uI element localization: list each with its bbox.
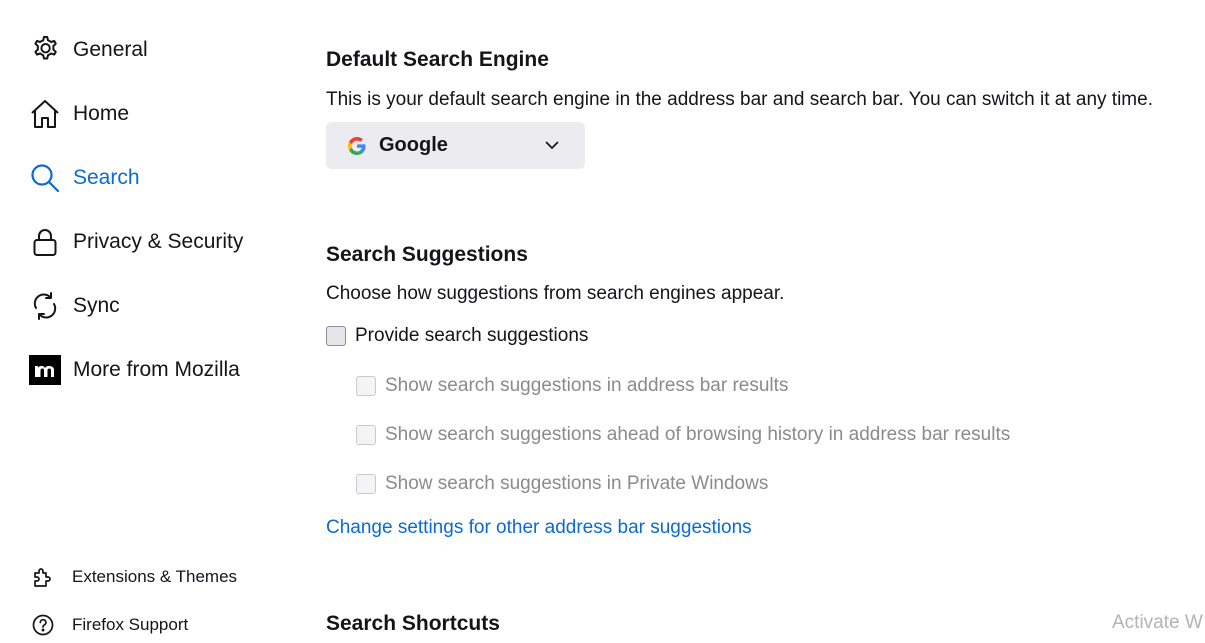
mozilla-logo-icon xyxy=(28,353,62,387)
search-suggestions-heading: Search Suggestions xyxy=(326,243,528,266)
sidebar-item-sync[interactable]: Sync xyxy=(28,286,278,326)
checkbox-label: Show search suggestions in Private Windo… xyxy=(385,473,769,494)
puzzle-icon xyxy=(30,564,56,590)
search-shortcuts-heading: Search Shortcuts xyxy=(326,612,500,635)
sidebar-item-label: Extensions & Themes xyxy=(72,567,238,586)
suggestions-in-private-windows-checkbox[interactable] xyxy=(356,474,376,494)
sidebar-item-extensions-themes[interactable]: Extensions & Themes xyxy=(30,562,280,592)
provide-search-suggestions-option[interactable]: Provide search suggestions xyxy=(326,325,588,347)
main-content: Default Search Engine This is your defau… xyxy=(326,0,1205,643)
sidebar-item-general[interactable]: General xyxy=(28,30,278,70)
activate-windows-watermark: Activate W xyxy=(1112,612,1203,633)
sidebar-item-label: Sync xyxy=(73,294,120,317)
gear-icon xyxy=(28,33,62,67)
sync-icon xyxy=(28,289,62,323)
google-icon xyxy=(347,136,367,156)
checkbox-label: Show search suggestions in address bar r… xyxy=(385,375,789,396)
settings-page: General Home Search Privacy & Security S… xyxy=(0,0,1205,643)
sidebar-item-label: Firefox Support xyxy=(72,615,189,634)
suggestions-in-address-bar-checkbox[interactable] xyxy=(356,376,376,396)
checkbox-label: Show search suggestions ahead of browsin… xyxy=(385,424,1011,445)
checkbox-label: Provide search suggestions xyxy=(355,325,589,346)
sidebar-item-privacy[interactable]: Privacy & Security xyxy=(28,222,278,262)
sidebar-item-search[interactable]: Search xyxy=(28,158,278,198)
search-suggestions-description: Choose how suggestions from search engin… xyxy=(326,283,785,304)
chevron-down-icon xyxy=(543,136,561,154)
suggestions-in-address-bar-option[interactable]: Show search suggestions in address bar r… xyxy=(356,375,788,397)
lock-icon xyxy=(28,225,62,259)
search-icon xyxy=(28,161,62,195)
change-address-bar-suggestions-link[interactable]: Change settings for other address bar su… xyxy=(326,517,752,539)
sidebar-item-label: Home xyxy=(73,102,130,125)
help-icon xyxy=(30,612,56,638)
default-engine-select[interactable]: Google xyxy=(326,122,585,169)
home-icon xyxy=(28,97,62,131)
sidebar-item-label: Privacy & Security xyxy=(73,230,244,253)
sidebar-item-home[interactable]: Home xyxy=(28,94,278,134)
suggestions-ahead-of-history-option[interactable]: Show search suggestions ahead of browsin… xyxy=(356,424,1010,446)
suggestions-in-private-windows-option[interactable]: Show search suggestions in Private Windo… xyxy=(356,473,768,495)
suggestions-ahead-of-history-checkbox[interactable] xyxy=(356,425,376,445)
sidebar-item-label: Search xyxy=(73,166,140,189)
sidebar: General Home Search Privacy & Security S… xyxy=(0,0,290,643)
provide-search-suggestions-checkbox[interactable] xyxy=(326,326,346,346)
sidebar-item-label: More from Mozilla xyxy=(73,358,240,381)
selected-engine-label: Google xyxy=(379,134,448,156)
default-search-engine-description: This is your default search engine in th… xyxy=(326,89,1153,110)
sidebar-item-more-from-mozilla[interactable]: More from Mozilla xyxy=(28,350,278,390)
sidebar-item-label: General xyxy=(73,38,148,61)
default-search-engine-heading: Default Search Engine xyxy=(326,48,549,71)
sidebar-item-firefox-support[interactable]: Firefox Support xyxy=(30,610,280,640)
